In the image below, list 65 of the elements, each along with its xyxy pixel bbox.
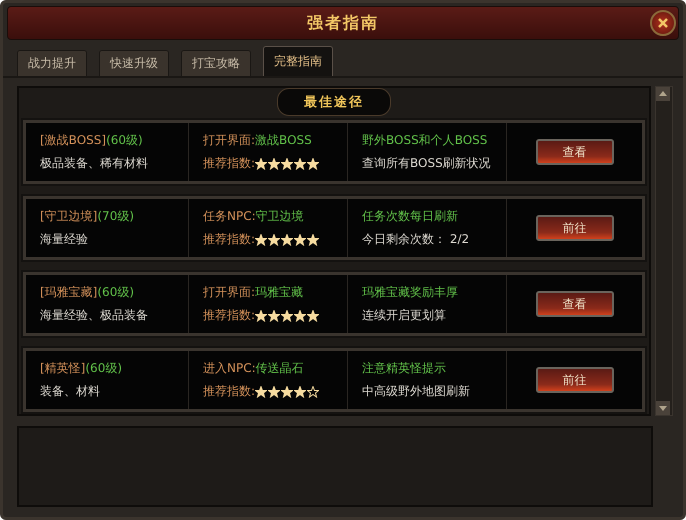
entry-label: 打开界面:	[203, 284, 256, 301]
star-icon	[268, 386, 280, 398]
entry-value: 激战BOSS	[255, 132, 312, 149]
close-icon	[657, 17, 669, 29]
reward-text: 海量经验	[40, 231, 88, 248]
star-icon	[307, 158, 320, 170]
activity-name: [激战BOSS]	[40, 132, 106, 149]
action-button[interactable]: 查看	[536, 291, 614, 317]
action-button[interactable]: 查看	[536, 139, 614, 165]
star-icon	[255, 158, 268, 170]
star-icon	[281, 310, 294, 322]
rating-label: 推荐指数:	[203, 307, 256, 324]
activity-name: [玛雅宝藏]	[40, 284, 98, 301]
level-requirement: (60级)	[97, 284, 134, 301]
reward-text: 装备、材料	[40, 383, 100, 400]
star-icon	[255, 386, 268, 398]
reward-text: 极品装备、稀有材料	[40, 155, 148, 172]
close-button[interactable]	[650, 10, 676, 36]
star-icon	[294, 310, 306, 322]
rating-label: 推荐指数:	[203, 231, 256, 248]
entry-value: 传送晶石	[256, 360, 304, 377]
entry-value: 守卫边境	[256, 208, 304, 225]
entry-label: 打开界面:	[203, 132, 256, 149]
star-icon	[281, 386, 294, 398]
activity-name: [守卫边境]	[40, 208, 98, 225]
tip-detail: 中高级野外地图刷新	[362, 383, 470, 400]
star-icon	[281, 158, 294, 170]
window-title: 强者指南	[307, 12, 379, 34]
section-title: 最佳途径	[277, 88, 391, 116]
tip-heading: 注意精英怪提示	[362, 360, 446, 377]
action-button[interactable]: 前往	[536, 367, 614, 393]
entry-label: 任务NPC:	[203, 208, 256, 225]
level-requirement: (60级)	[85, 360, 122, 377]
star-icon	[255, 234, 268, 246]
tip-heading: 野外BOSS和个人BOSS	[362, 132, 488, 149]
activity-name: [精英怪]	[40, 360, 86, 377]
tab[interactable]: 战力提升	[17, 50, 87, 76]
star-icon	[268, 310, 280, 322]
level-requirement: (60级)	[106, 132, 143, 149]
entry-label: 进入NPC:	[203, 360, 256, 377]
tab[interactable]: 快速升级	[99, 50, 169, 76]
star-icon	[294, 158, 306, 170]
star-icon	[281, 234, 294, 246]
tab[interactable]: 完整指南	[263, 46, 333, 76]
rating-label: 推荐指数:	[203, 383, 256, 400]
action-button[interactable]: 前往	[536, 215, 614, 241]
star-icon	[255, 310, 268, 322]
rating-label: 推荐指数:	[203, 155, 256, 172]
star-icon	[268, 158, 280, 170]
tip-detail: 连续开启更划算	[362, 307, 446, 324]
tip-detail: 查询所有BOSS刷新状况	[362, 155, 491, 172]
tip-detail: 今日剩余次数： 2/2	[362, 231, 470, 248]
tip-heading: 任务次数每日刷新	[362, 208, 458, 225]
star-icon	[268, 234, 280, 246]
star-icon	[294, 234, 306, 246]
scrollbar[interactable]	[655, 86, 673, 416]
star-icon	[294, 386, 306, 398]
star-icon	[307, 386, 320, 398]
star-icon	[307, 234, 320, 246]
star-icon	[307, 310, 320, 322]
tab[interactable]: 打宝攻略	[181, 50, 251, 76]
reward-text: 海量经验、极品装备	[40, 307, 148, 324]
level-requirement: (70级)	[97, 208, 134, 225]
entry-value: 玛雅宝藏	[255, 284, 304, 301]
tip-heading: 玛雅宝藏奖励丰厚	[362, 284, 458, 301]
